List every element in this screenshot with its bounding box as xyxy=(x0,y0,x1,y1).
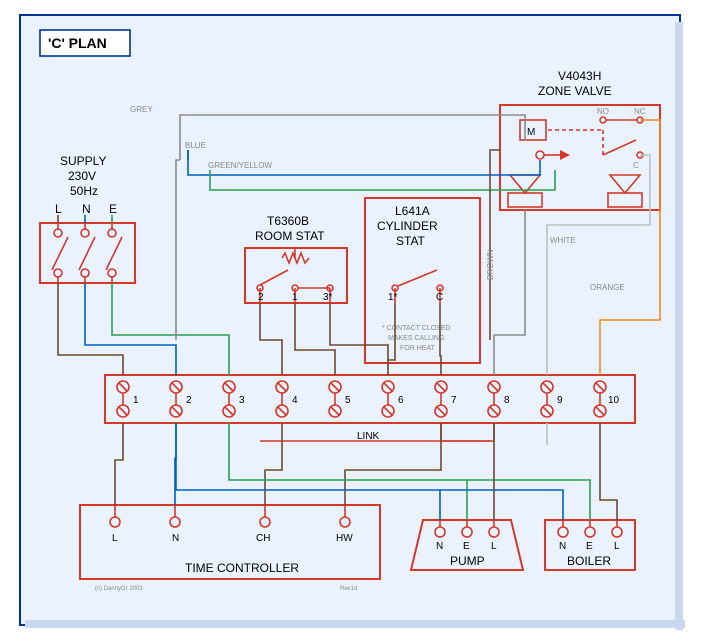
cylstat-n2: MAKES CALLING xyxy=(388,335,444,342)
boiler-label: BOILER xyxy=(567,554,611,568)
cylstat-tc: C xyxy=(436,292,443,303)
pump-N: N xyxy=(436,541,443,552)
zv-lbl2: ZONE VALVE xyxy=(538,84,612,98)
roomstat-t1: 1 xyxy=(292,292,298,303)
supply-L: L xyxy=(55,202,62,216)
wc-3: 3 xyxy=(239,395,245,406)
supply-N: N xyxy=(82,202,91,216)
roomstat-lbl1: T6360B xyxy=(267,214,309,228)
zv-lbl1: V4043H xyxy=(558,69,601,83)
wl-orange: ORANGE xyxy=(590,283,625,292)
shadow-bar-r xyxy=(675,22,683,630)
supply-E: E xyxy=(109,202,117,216)
wc-2: 2 xyxy=(186,395,192,406)
pump-label: PUMP xyxy=(450,554,485,568)
supply-label: SUPPLY xyxy=(60,154,106,168)
zv-nc: NC xyxy=(634,107,646,116)
wc-1: 1 xyxy=(133,395,139,406)
zv-no: NO xyxy=(597,107,609,116)
cylstat-t1: 1* xyxy=(388,292,398,303)
wc-5: 5 xyxy=(345,395,351,406)
pump-E: E xyxy=(463,541,470,552)
roomstat-lbl2: ROOM STAT xyxy=(255,229,325,243)
zv-c: C xyxy=(633,161,639,170)
boiler-L: L xyxy=(614,541,620,552)
supply-freq: 50Hz xyxy=(70,184,98,198)
tc-label: TIME CONTROLLER xyxy=(185,561,299,575)
wl-white: WHITE xyxy=(550,236,576,245)
credit-right: Rev1d xyxy=(340,586,357,592)
wc-link: LINK xyxy=(357,431,380,442)
tc-N: N xyxy=(172,533,179,544)
wc-10: 10 xyxy=(608,395,620,406)
cylstat-n3: FOR HEAT xyxy=(400,345,436,352)
cylstat-lbl3: STAT xyxy=(396,234,426,248)
wc-4: 4 xyxy=(292,395,298,406)
wc-9: 9 xyxy=(557,395,563,406)
wc-7: 7 xyxy=(451,395,457,406)
wc-6: 6 xyxy=(398,395,404,406)
zv-m: M xyxy=(527,127,535,138)
wl-brown: BROWN xyxy=(486,249,495,280)
tc-HW: HW xyxy=(336,533,353,544)
wl-blue: BLUE xyxy=(185,141,206,150)
supply-voltage: 230V xyxy=(68,169,96,183)
tc-L: L xyxy=(112,533,118,544)
roomstat-t2: 2 xyxy=(258,292,264,303)
credit-left: (c) DannyGr 2003 xyxy=(95,586,143,592)
diagram-title: 'C' PLAN xyxy=(48,35,107,51)
shadow-bar xyxy=(25,620,685,628)
tc-CH: CH xyxy=(256,533,270,544)
boiler-E: E xyxy=(586,541,593,552)
wc-8: 8 xyxy=(504,395,510,406)
cylstat-lbl2: CYLINDER xyxy=(377,219,438,233)
wl-gy: GREEN/YELLOW xyxy=(208,161,272,170)
cylstat-lbl1: L641A xyxy=(395,204,430,218)
wl-grey: GREY xyxy=(130,105,153,114)
pump-L: L xyxy=(491,541,497,552)
boiler-N: N xyxy=(559,541,566,552)
roomstat-t3: 3* xyxy=(323,292,333,303)
